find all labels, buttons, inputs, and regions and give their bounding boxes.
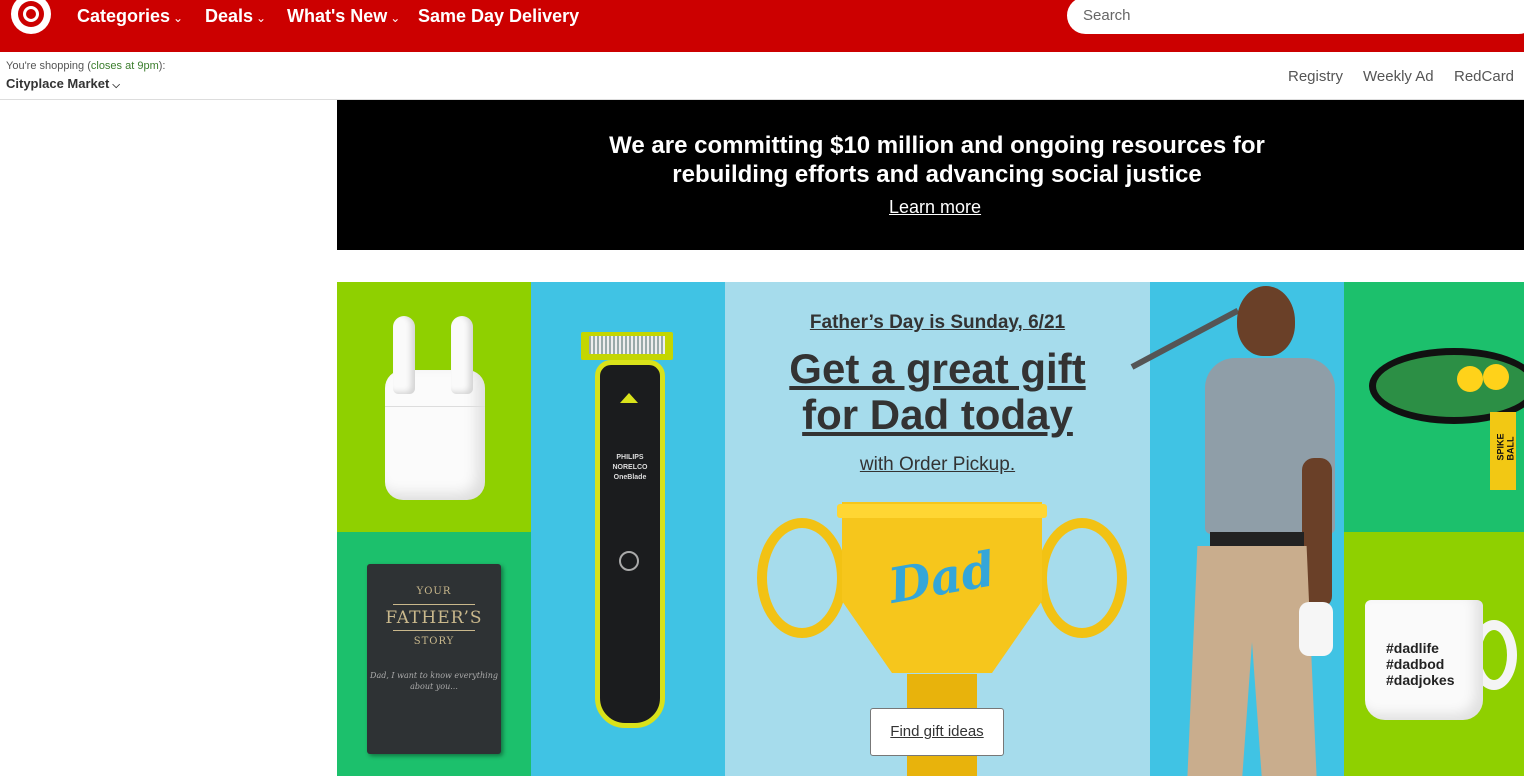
book-title-line-1: YOUR [416,586,452,597]
book-rule [393,604,475,605]
store-hours: closes at 9pm [90,60,159,72]
fathers-day-date[interactable]: Father’s Day is Sunday, 6/21 [725,312,1150,334]
store-bar: You're shopping (closes at 9pm): Citypla… [0,52,1524,100]
book-rule [393,630,475,631]
registry-link[interactable]: Registry [1288,68,1343,85]
shopping-status: You're shopping (closes at 9pm): [6,60,165,72]
model-head [1237,286,1295,356]
book-title-line-3: STORY [413,636,455,647]
banner-line-1: We are committing $10 million and ongoin… [609,132,1265,159]
store-name: Cityplace Market [6,76,110,91]
spikeball-label: SPIKE BALL [1495,433,1516,461]
shopping-prefix: You're shopping ( [6,60,91,72]
chevron-down-icon: ⌵ [112,80,120,91]
search-input[interactable] [1083,7,1483,24]
airpod-right [451,316,473,394]
spikeball-ball [1483,364,1509,390]
nav-same-day-delivery-label: Same Day Delivery [418,5,580,26]
nav-deals-label: Deals [205,5,254,26]
search-bar[interactable] [1067,0,1524,34]
mug-line-2: #dadbod [1386,656,1445,672]
hero-title-line-1: Get a great gift [789,345,1086,392]
chevron-down-icon: ⌄ [256,10,267,25]
power-icon [619,551,639,571]
target-logo[interactable] [11,0,51,34]
social-justice-banner: We are committing $10 million and ongoin… [337,100,1524,250]
spikeball-ball [1457,366,1483,392]
nav-deals[interactable]: Deals ⌄ [205,5,266,27]
top-nav-bar: Categories ⌄ Deals ⌄ What's New ⌄ Same Day … [0,0,1524,52]
chevron-down-icon: ⌄ [390,10,401,25]
nav-categories-label: Categories [77,5,171,26]
golf-glove [1299,602,1333,656]
shopping-suffix: ): [158,60,166,72]
book-subtitle: Dad, I want to know everything about you… [370,671,498,691]
fathers-day-hero[interactable]: YOUR FATHER’S STORY Dad, I want to know … [337,282,1524,776]
hero-title-line-2: for Dad today [802,391,1073,438]
book-title-line-2: FATHER’S [385,608,483,628]
shaver-blade [581,332,673,360]
mug-line-3: #dadjokes [1386,672,1455,688]
airpods-panel [337,282,531,532]
redcard-link[interactable]: RedCard [1454,68,1514,85]
shaver-brand: PHILIPS NORELCO OneBlade [612,454,648,481]
mug-text: #dadlife #dadbod #dadjokes [1386,640,1454,688]
model-belt [1210,532,1304,546]
store-selector[interactable]: Cityplace Market ⌵ [6,76,120,91]
nav-categories[interactable]: Categories ⌄ [77,5,183,27]
find-gift-ideas-button[interactable]: Find gift ideas [870,708,1004,756]
fathers-story-book: YOUR FATHER’S STORY Dad, I want to know … [367,564,501,754]
hero-title[interactable]: Get a great gift for Dad today [725,346,1150,438]
nav-whats-new-label: What's New [287,5,388,26]
order-pickup-link[interactable]: with Order Pickup. [725,454,1150,476]
oneblade-shaver: PHILIPS NORELCO OneBlade [595,360,665,728]
nav-same-day-delivery[interactable]: Same Day Delivery [418,5,579,27]
trophy-handle-right [1037,518,1127,638]
nav-whats-new[interactable]: What's New ⌄ [287,5,400,27]
trophy-handle-left [757,518,847,638]
banner-line-2: rebuilding efforts and advancing social … [672,161,1202,188]
learn-more-link[interactable]: Learn more [889,197,981,218]
chevron-down-icon: ⌄ [173,10,184,25]
airpod-left [393,316,415,394]
mug-line-1: #dadlife [1386,640,1439,656]
banner-headline: We are committing $10 million and ongoin… [337,131,1524,189]
shaver-arrow-icon [620,393,638,403]
trophy-rim [837,504,1047,518]
weekly-ad-link[interactable]: Weekly Ad [1363,68,1434,85]
